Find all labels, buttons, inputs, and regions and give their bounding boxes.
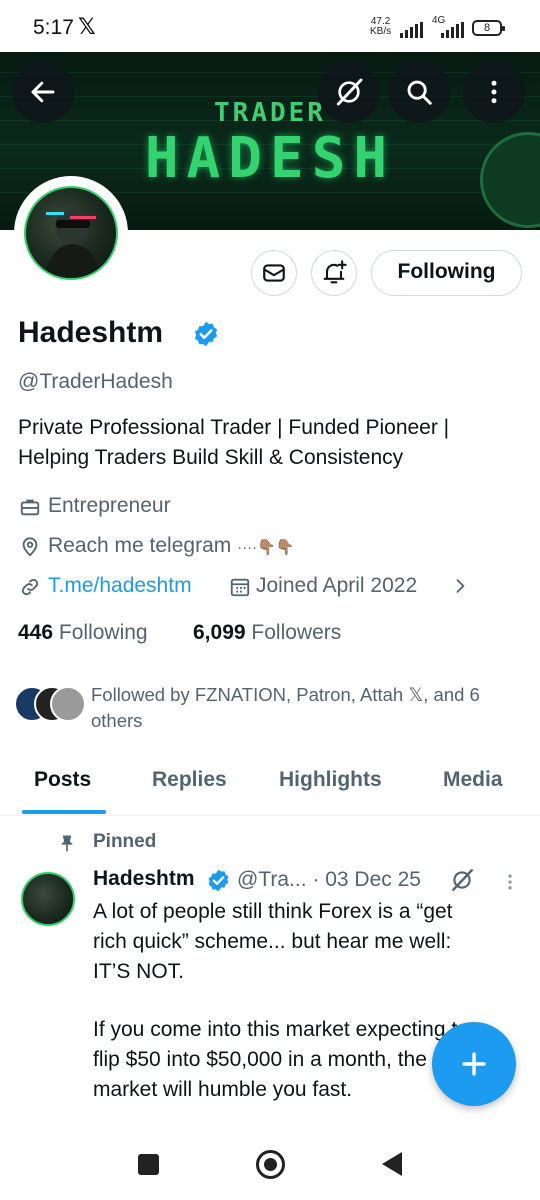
x-app-icon: 𝕏: [78, 14, 96, 39]
mail-icon: [263, 264, 285, 282]
grok-slash-icon: [336, 78, 363, 106]
post-text-line: If you come into this market expecting t…: [93, 1018, 469, 1041]
compose-post-button[interactable]: [432, 1022, 516, 1106]
tab-highlights[interactable]: Highlights: [279, 768, 382, 792]
more-vertical-icon: [491, 80, 497, 104]
post-text-line: market will humble you fast.: [93, 1078, 353, 1101]
joined-date: Joined April 2022: [256, 574, 418, 597]
post-author-avatar[interactable]: [21, 872, 75, 926]
signal-icon-2: [441, 22, 465, 38]
followed-by-line-1: Followed by FZNATION, Patron, Attah 𝕏, a…: [91, 684, 480, 705]
display-name: Hadeshtm: [18, 316, 164, 349]
bell-plus-icon: [323, 260, 347, 284]
back-button[interactable]: [12, 61, 74, 123]
post-meta: @Tra... · 03 Dec 25: [237, 868, 421, 891]
profile-link[interactable]: T.me/hadeshtm: [48, 574, 192, 598]
followers-count-link[interactable]: 6,099 Followers: [193, 621, 341, 645]
banner-text-trader: TRADER: [214, 98, 326, 128]
pinned-label: Pinned: [93, 831, 157, 852]
post-author-name[interactable]: Hadeshtm: [93, 867, 195, 891]
more-options-button[interactable]: [463, 61, 525, 123]
plus-icon: [462, 1052, 486, 1076]
profile-location: Reach me telegram ····👇🏽👇🏽: [48, 534, 294, 558]
network-speed-unit: KB/s: [370, 26, 392, 37]
following-button[interactable]: Following: [371, 250, 522, 296]
following-count: 446: [18, 621, 54, 644]
recents-button[interactable]: [138, 1154, 159, 1175]
message-button[interactable]: [251, 250, 297, 296]
post-text-line: flip $50 into $50,000 in a month, the: [93, 1048, 427, 1071]
grok-button[interactable]: [318, 61, 380, 123]
followed-by-text[interactable]: Followed by FZNATION, Patron, Attah 𝕏, a…: [91, 682, 521, 734]
post-text-line: IT’S NOT.: [93, 960, 185, 983]
post-text-line: rich quick” scheme... but hear me well:: [93, 930, 452, 953]
follower-avatar-3: [50, 686, 86, 722]
briefcase-icon: [20, 499, 40, 516]
avatar-figure: [44, 209, 100, 278]
location-pin-icon: [22, 537, 38, 557]
followers-label: Followers: [251, 621, 342, 644]
android-nav-bar: [0, 1128, 540, 1200]
tab-media[interactable]: Media: [443, 768, 503, 792]
search-button[interactable]: [388, 61, 450, 123]
network-speed: 47.2 KB/s: [370, 17, 391, 37]
verified-badge-icon-post: [208, 869, 229, 892]
grok-slash-icon-post[interactable]: [449, 867, 475, 893]
status-bar: 5:17 𝕏 47.2 KB/s 4G 8: [0, 0, 540, 52]
followers-count: 6,099: [193, 621, 246, 644]
profile-avatar[interactable]: [24, 186, 118, 280]
bio-line-2: Helping Traders Build Skill & Consistenc…: [18, 446, 404, 469]
notifications-button[interactable]: [311, 250, 357, 296]
user-handle: @TraderHadesh: [18, 370, 173, 393]
pin-icon: [61, 835, 73, 852]
arrow-left-icon: [31, 81, 55, 103]
pointing-down-emoji: ····👇🏽👇🏽: [237, 539, 295, 556]
post-text-line: A lot of people still think Forex is a “…: [93, 900, 453, 923]
link-icon: [21, 578, 39, 596]
tab-replies[interactable]: Replies: [152, 768, 227, 792]
active-tab-indicator: [22, 810, 106, 814]
battery-icon: 8: [472, 20, 505, 36]
post-more-icon[interactable]: [500, 870, 520, 894]
search-icon: [407, 80, 432, 105]
home-dot: [264, 1158, 277, 1171]
tab-posts[interactable]: Posts: [34, 768, 91, 792]
profile-category: Entrepreneur: [48, 494, 171, 517]
following-label: Following: [58, 621, 148, 644]
tabs-divider: [0, 815, 540, 816]
chevron-right-icon[interactable]: [450, 576, 470, 596]
back-nav-icon[interactable]: [380, 1150, 404, 1178]
verified-badge-icon: [194, 321, 218, 347]
profile-location-text: Reach me telegram: [48, 534, 238, 557]
calendar-icon: [230, 578, 250, 597]
signal-icon: [400, 22, 426, 38]
status-time: 5:17: [33, 16, 74, 39]
followed-by-line-2: others: [91, 710, 143, 731]
home-button[interactable]: [256, 1150, 285, 1179]
following-count-link[interactable]: 446 Following: [18, 621, 148, 645]
bio-line-1: Private Professional Trader | Funded Pio…: [18, 416, 450, 439]
